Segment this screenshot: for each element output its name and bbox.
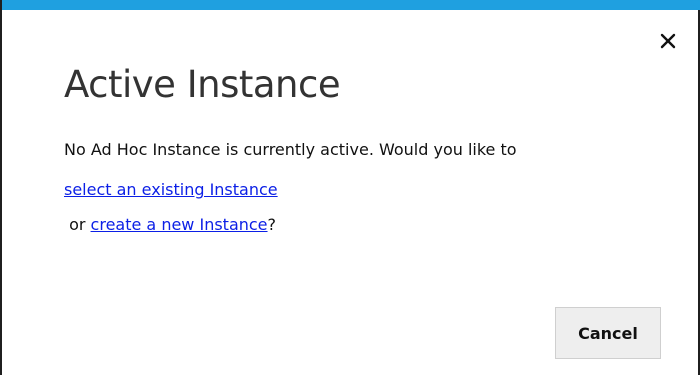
close-icon — [660, 33, 676, 49]
or-text: or — [64, 215, 91, 234]
select-link-line: select an existing Instance — [64, 180, 278, 199]
dialog-message: No Ad Hoc Instance is currently active. … — [64, 140, 517, 159]
create-link-line: or create a new Instance? — [64, 215, 276, 234]
cancel-button-label: Cancel — [578, 323, 638, 343]
select-existing-instance-link[interactable]: select an existing Instance — [64, 180, 278, 199]
close-button[interactable] — [658, 31, 678, 51]
dialog-accent-bar — [2, 0, 700, 10]
dialog-title: Active Instance — [64, 63, 341, 106]
cancel-button[interactable]: Cancel — [555, 307, 661, 359]
create-new-instance-link[interactable]: create a new Instance — [91, 215, 268, 234]
active-instance-dialog: Active Instance No Ad Hoc Instance is cu… — [0, 0, 700, 375]
question-mark-text: ? — [267, 215, 277, 234]
